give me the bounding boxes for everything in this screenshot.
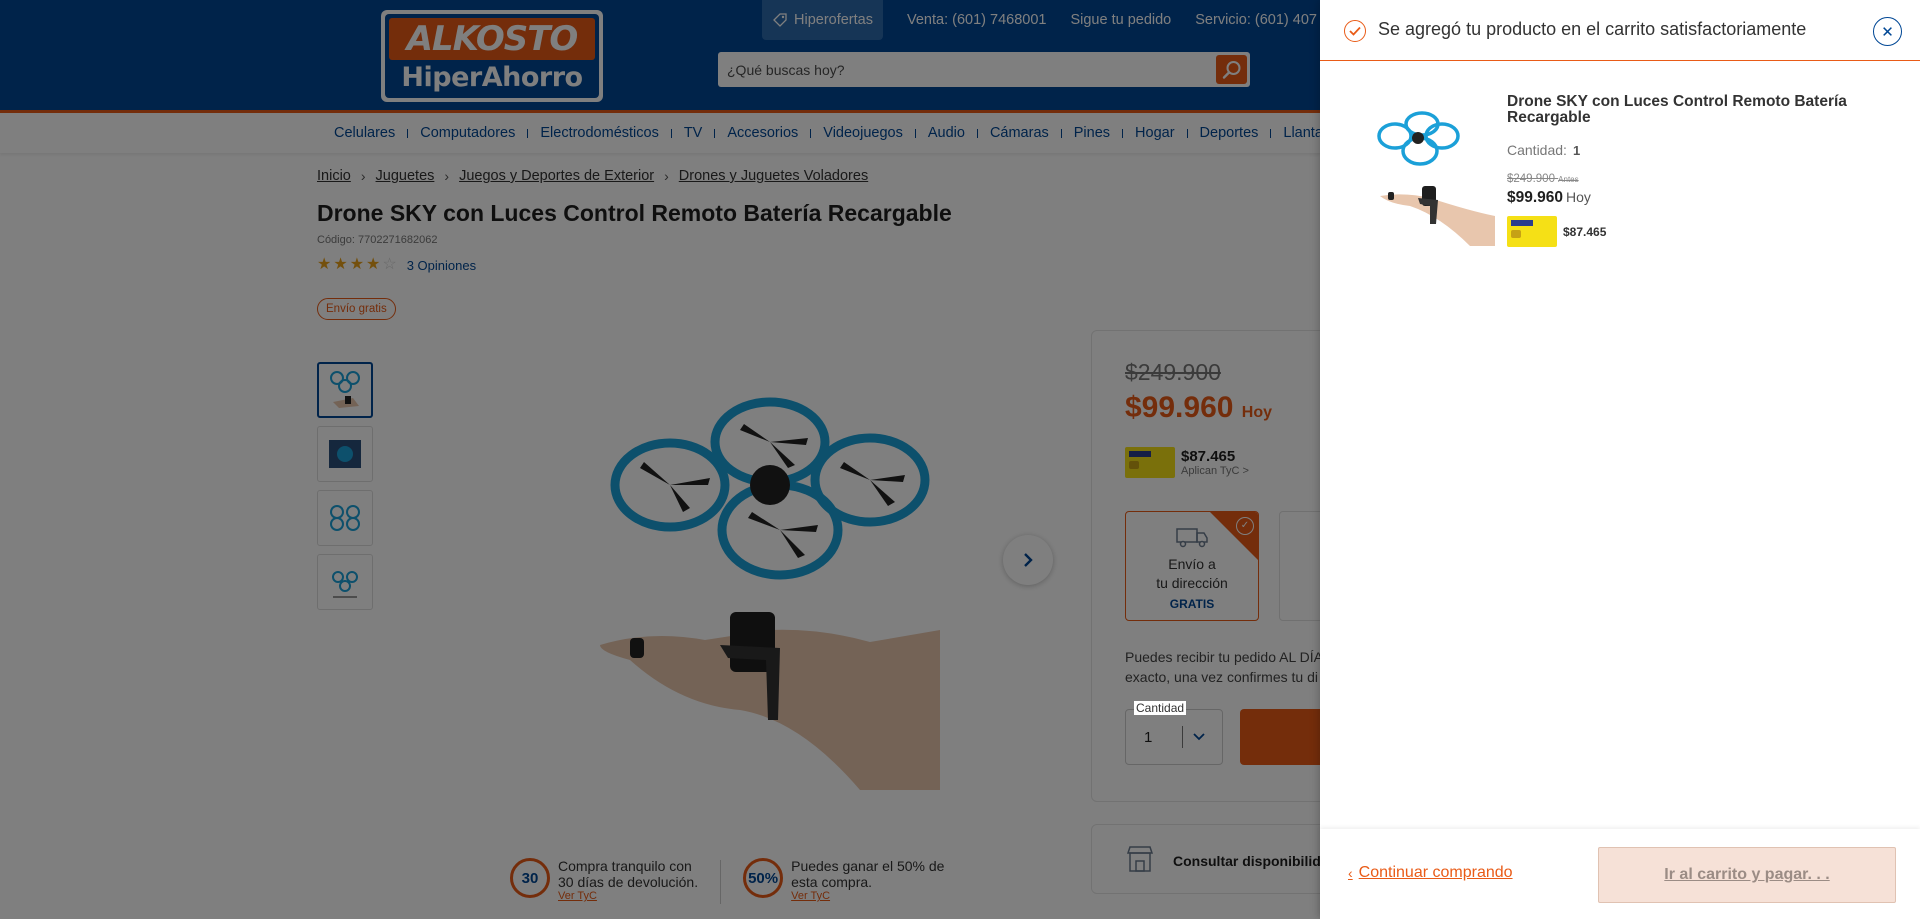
cart-side-panel: Se agregó tu producto en el carrito sati… <box>1320 0 1920 919</box>
cart-card-price-row: $87.465 <box>1507 216 1606 247</box>
cart-old-price-value: $249.900 <box>1507 173 1555 185</box>
credit-card-icon <box>1507 216 1557 247</box>
go-to-cart-button[interactable]: Ir al carrito y pagar. . . <box>1598 847 1896 903</box>
cart-card-price: $87.465 <box>1563 224 1607 239</box>
close-panel-button[interactable]: ✕ <box>1873 17 1902 46</box>
success-message: Se agregó tu producto en el carrito sati… <box>1378 19 1807 39</box>
cart-item-quantity: Cantidad: 1 <box>1507 142 1580 158</box>
cart-qty-value: 1 <box>1572 143 1581 158</box>
cart-old-price-suffix: Antes <box>1558 175 1579 184</box>
continue-shopping-label: Continuar comprando <box>1358 864 1513 881</box>
panel-header: Se agregó tu producto en el carrito sati… <box>1320 0 1920 61</box>
chevron-left-icon: ‹ <box>1348 865 1353 881</box>
cart-price-suffix: Hoy <box>1566 189 1591 205</box>
cart-item-name: Drone SKY con Luces Control Remoto Bater… <box>1507 93 1847 126</box>
cart-current-price: $99.960 Hoy <box>1507 189 1591 207</box>
quantity-label: Cantidad <box>1134 701 1187 715</box>
cart-qty-label: Cantidad: <box>1507 142 1567 158</box>
panel-footer: ‹ Continuar comprando Ir al carrito y pa… <box>1320 829 1920 919</box>
success-check-icon <box>1344 20 1366 42</box>
cart-old-price: $249.900 Antes <box>1507 173 1579 185</box>
continue-shopping-link[interactable]: ‹ Continuar comprando <box>1348 864 1513 882</box>
drone-cart-image <box>1377 111 1495 246</box>
cart-item-image <box>1360 106 1500 246</box>
cart-current-price-value: $99.960 <box>1507 189 1564 206</box>
close-icon: ✕ <box>1881 23 1894 41</box>
